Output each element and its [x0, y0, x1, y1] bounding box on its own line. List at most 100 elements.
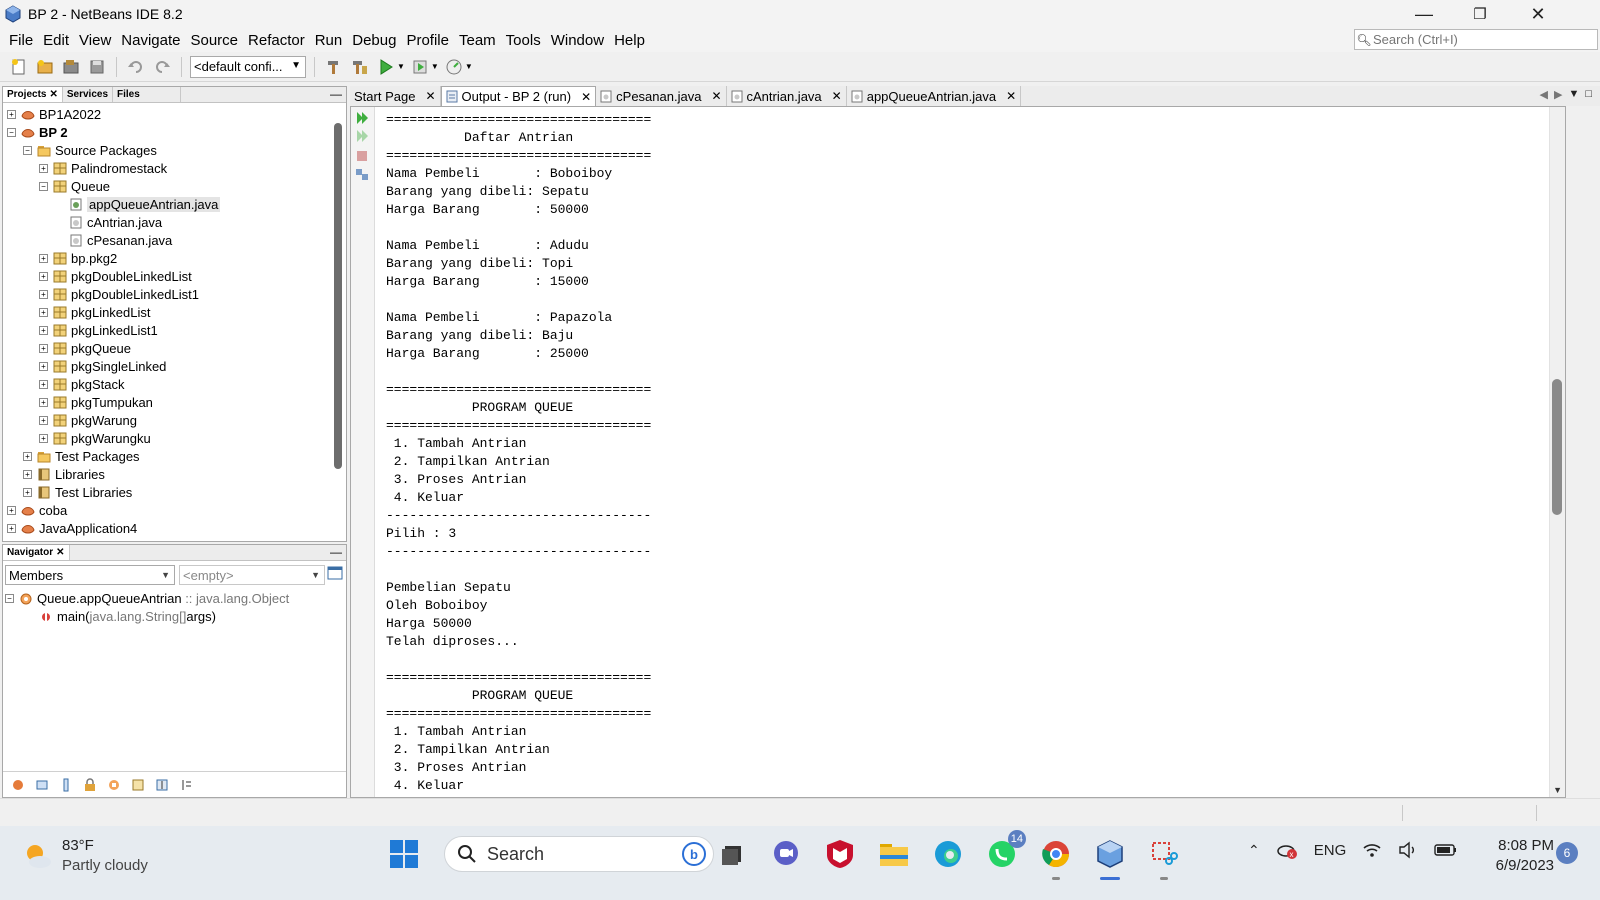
tree-item[interactable]: + pkgTumpukan: [3, 393, 329, 411]
close-icon[interactable]: ✕: [49, 89, 57, 100]
output-scrollbar-thumb[interactable]: [1552, 379, 1562, 515]
weather-widget[interactable]: 83°F Partly cloudy: [22, 836, 148, 876]
tree-item[interactable]: + Libraries: [3, 465, 329, 483]
tree-item[interactable]: + Palindromestack: [3, 159, 329, 177]
editor-tab[interactable]: Start Page ✕: [350, 86, 441, 106]
scroll-down-icon[interactable]: ▼: [1553, 785, 1562, 795]
expand-icon[interactable]: +: [39, 397, 48, 407]
mcafee-button[interactable]: [822, 836, 858, 872]
whatsapp-button[interactable]: 14: [984, 830, 1026, 872]
close-tab-icon[interactable]: ✕: [832, 89, 842, 103]
clean-build-button[interactable]: [349, 56, 371, 78]
close-icon[interactable]: ✕: [56, 547, 64, 558]
expand-icon[interactable]: +: [39, 415, 48, 425]
chrome-button[interactable]: [1038, 836, 1074, 880]
file-explorer-button[interactable]: [876, 836, 912, 872]
run-button[interactable]: [375, 56, 397, 78]
maximize-editor-icon[interactable]: □: [1585, 88, 1592, 101]
tab-scroll-left-icon[interactable]: ◀: [1540, 88, 1548, 101]
menu-team[interactable]: Team: [454, 32, 501, 49]
editor-tab[interactable]: Output - BP 2 (run) ✕: [440, 86, 597, 106]
show-inner-classes-button[interactable]: [105, 777, 123, 793]
expand-icon[interactable]: +: [39, 325, 48, 335]
close-tab-icon[interactable]: ✕: [425, 89, 435, 103]
snipping-tool-button[interactable]: [1146, 836, 1182, 880]
menu-view[interactable]: View: [74, 32, 116, 49]
menu-file[interactable]: File: [4, 32, 38, 49]
expand-icon[interactable]: +: [39, 433, 48, 443]
language-indicator[interactable]: ENG: [1314, 842, 1347, 859]
close-tab-icon[interactable]: ✕: [1006, 89, 1016, 103]
tab-files[interactable]: Files: [113, 87, 181, 102]
tree-scrollbar[interactable]: [334, 123, 342, 469]
expand-icon[interactable]: +: [23, 487, 32, 497]
navigator-class-row[interactable]: − Queue.appQueueAntrian :: java.lang.Obj…: [5, 589, 289, 607]
menu-source[interactable]: Source: [185, 32, 243, 49]
tab-list-dropdown-icon[interactable]: ▼: [1568, 88, 1579, 101]
redo-button[interactable]: [151, 56, 173, 78]
show-hidden-icons-chevron-up-icon[interactable]: ⌃: [1248, 842, 1260, 859]
expand-icon[interactable]: +: [39, 163, 48, 173]
tree-item[interactable]: + pkgWarung: [3, 411, 329, 429]
menu-navigate[interactable]: Navigate: [116, 32, 185, 49]
profile-dropdown-icon[interactable]: ▼: [465, 62, 473, 71]
expand-icon[interactable]: +: [23, 451, 32, 461]
notification-badge[interactable]: 6: [1556, 842, 1578, 864]
sort-by-name-button[interactable]: [153, 777, 171, 793]
console-output[interactable]: ================================== Dafta…: [386, 111, 651, 795]
tree-item[interactable]: + coba: [3, 501, 329, 519]
tree-item[interactable]: + pkgDoubleLinkedList: [3, 267, 329, 285]
tree-item[interactable]: + pkgLinkedList: [3, 303, 329, 321]
minimize-panel-button[interactable]: —: [330, 87, 342, 101]
open-project-button[interactable]: [60, 56, 82, 78]
expand-icon[interactable]: +: [39, 289, 48, 299]
onedrive-error-icon[interactable]: x: [1276, 840, 1298, 860]
bing-icon[interactable]: b: [681, 841, 707, 867]
stop-icon[interactable]: [355, 149, 369, 163]
tree-item[interactable]: + pkgQueue: [3, 339, 329, 357]
rerun-with-params-icon[interactable]: [355, 129, 369, 143]
tree-item[interactable]: + Test Libraries: [3, 483, 329, 501]
editor-tab[interactable]: appQueueAntrian.java ✕: [847, 86, 1022, 106]
menu-debug[interactable]: Debug: [347, 32, 401, 49]
close-tab-icon[interactable]: ✕: [581, 90, 591, 104]
clock[interactable]: 8:08 PM 6/9/2023: [1474, 836, 1554, 876]
tree-item[interactable]: + pkgSingleLinked: [3, 357, 329, 375]
menu-help[interactable]: Help: [609, 32, 650, 49]
expand-icon[interactable]: +: [39, 361, 48, 371]
navigator-method-row[interactable]: main(java.lang.String[] args): [5, 607, 289, 625]
collapse-icon[interactable]: −: [39, 181, 48, 191]
tree-item[interactable]: − Source Packages: [3, 141, 329, 159]
menu-profile[interactable]: Profile: [401, 32, 454, 49]
tree-item[interactable]: cPesanan.java: [3, 231, 329, 249]
tab-services[interactable]: Services: [63, 87, 114, 102]
members-select[interactable]: Members ▼: [5, 565, 175, 585]
menu-run[interactable]: Run: [310, 32, 348, 49]
show-javadoc-button[interactable]: [129, 777, 147, 793]
sort-by-source-button[interactable]: [177, 777, 195, 793]
output-settings-icon[interactable]: [355, 167, 369, 181]
tree-item[interactable]: + pkgWarungku: [3, 429, 329, 447]
minimize-panel-button[interactable]: —: [330, 545, 342, 559]
profile-button[interactable]: [443, 56, 465, 78]
editor-tab[interactable]: cAntrian.java ✕: [727, 86, 847, 106]
tab-navigator[interactable]: Navigator ✕: [3, 545, 70, 560]
run-dropdown-icon[interactable]: ▼: [397, 62, 405, 71]
taskbar-search[interactable]: Search b: [444, 836, 714, 872]
expand-icon[interactable]: +: [39, 379, 48, 389]
volume-icon[interactable]: [1398, 841, 1418, 859]
tree-item[interactable]: + bp.pkg2: [3, 249, 329, 267]
start-button[interactable]: [386, 836, 422, 872]
battery-icon[interactable]: [1434, 843, 1458, 857]
expand-icon[interactable]: +: [23, 469, 32, 479]
navigator-options-button[interactable]: [327, 565, 343, 581]
debug-dropdown-icon[interactable]: ▼: [431, 62, 439, 71]
close-window-button[interactable]: ✕: [1510, 0, 1566, 28]
expand-icon[interactable]: +: [7, 523, 16, 533]
menu-edit[interactable]: Edit: [38, 32, 74, 49]
tree-item[interactable]: appQueueAntrian.java: [3, 195, 329, 213]
search-input[interactable]: [1373, 32, 1593, 47]
expand-icon[interactable]: +: [39, 271, 48, 281]
expand-icon[interactable]: +: [7, 505, 16, 515]
tree-item[interactable]: + pkgDoubleLinkedList1: [3, 285, 329, 303]
